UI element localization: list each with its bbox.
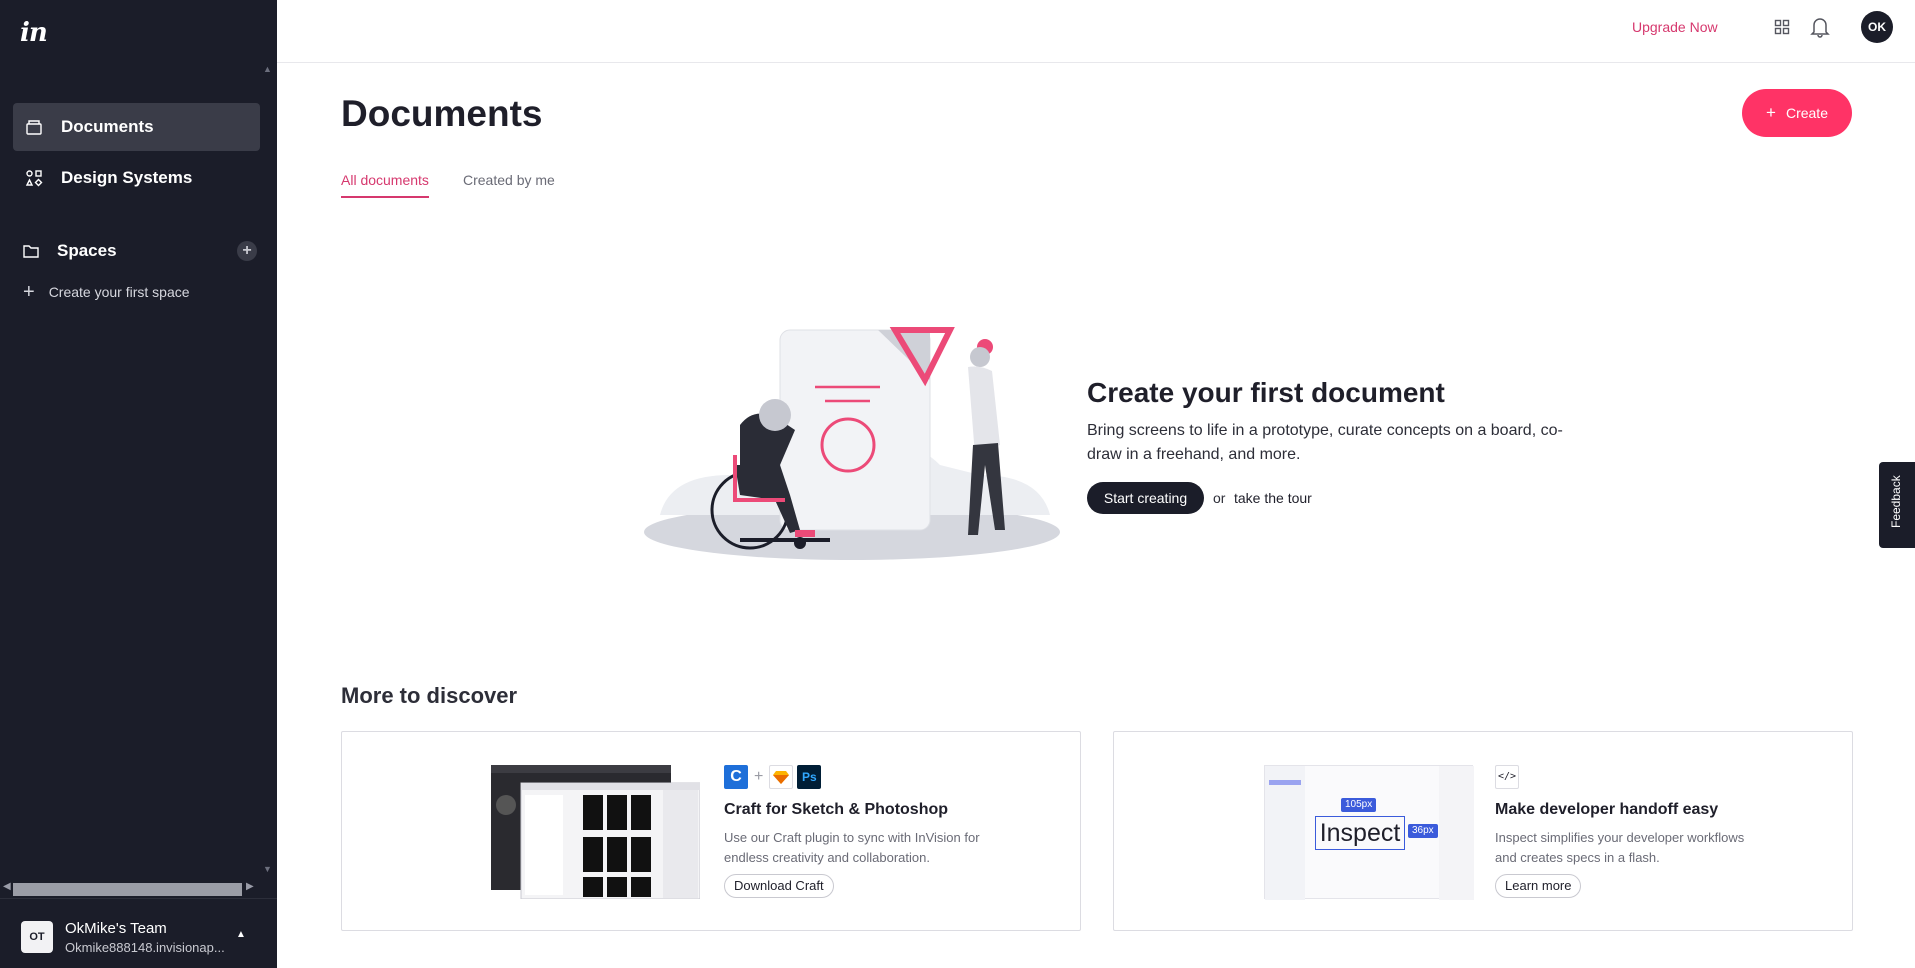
inspect-thumb-panel: [1439, 766, 1474, 900]
folder-icon: [23, 245, 39, 258]
tab-all-documents[interactable]: All documents: [341, 172, 429, 198]
craft-screenshot-thumbnail: [491, 765, 700, 899]
user-avatar[interactable]: OK: [1861, 11, 1893, 43]
sidebar-spaces-header[interactable]: Spaces +: [22, 238, 257, 264]
download-craft-button[interactable]: Download Craft: [724, 874, 834, 898]
documents-icon: [26, 120, 42, 135]
sketch-icon: [769, 765, 794, 789]
scroll-down-arrow-icon[interactable]: ▼: [263, 864, 272, 874]
plus-icon: +: [242, 242, 252, 259]
width-tag: 105px: [1341, 798, 1377, 812]
grid-icon[interactable]: [1774, 19, 1790, 35]
page-title: Documents: [341, 93, 543, 134]
inspect-thumb-selected-row: [1269, 780, 1301, 785]
team-avatar: OT: [21, 921, 53, 953]
add-space-button[interactable]: +: [237, 241, 257, 261]
take-the-tour-link[interactable]: take the tour: [1234, 490, 1312, 506]
start-creating-button[interactable]: Start creating: [1087, 482, 1204, 514]
team-url: Okmike888148.invisionap...: [65, 940, 225, 955]
scroll-right-arrow-icon[interactable]: ▶: [246, 881, 254, 892]
height-tag: 36px: [1408, 824, 1438, 838]
sidebar-item-documents[interactable]: Documents: [13, 103, 260, 151]
empty-state-description: Bring screens to life in a prototype, cu…: [1087, 422, 1563, 463]
upgrade-now-link[interactable]: Upgrade Now: [1632, 19, 1718, 35]
card-title: Make developer handoff easy: [1495, 801, 1719, 818]
plus-icon: +: [1766, 103, 1776, 122]
card-description: Inspect simplifies your developer workfl…: [1495, 830, 1745, 865]
create-first-space-link[interactable]: + Create your first space: [23, 281, 190, 303]
feedback-tab[interactable]: Feedback: [1879, 462, 1915, 548]
more-to-discover-title: More to discover: [341, 683, 518, 708]
scroll-up-arrow-icon[interactable]: ▲: [263, 64, 272, 74]
photoshop-icon-text: Ps: [802, 770, 817, 784]
learn-more-button[interactable]: Learn more: [1495, 874, 1582, 898]
create-button[interactable]: + Create: [1742, 89, 1852, 137]
empty-state-title: Create your first document: [1087, 377, 1445, 408]
sidebar-item-design-systems[interactable]: Design Systems: [13, 154, 260, 202]
or-text: or: [1213, 490, 1226, 506]
plus-icon: +: [23, 281, 35, 303]
inspect-text: Inspect: [1315, 816, 1405, 850]
empty-state-illustration: [644, 327, 1060, 560]
inspect-screenshot-thumbnail: 105px Inspect 36px: [1264, 765, 1474, 900]
sidebar-item-label: Design Systems: [61, 168, 193, 187]
invision-logo[interactable]: in: [20, 18, 48, 48]
design-systems-icon: [25, 170, 43, 187]
discover-card-inspect: 105px Inspect 36px </> Make developer ha…: [1113, 731, 1853, 931]
inspect-thumb-sidebar: [1265, 766, 1305, 900]
card-title: Craft for Sketch & Photoshop: [724, 801, 949, 818]
scrollbar-thumb[interactable]: [13, 883, 242, 896]
feedback-label: Feedback: [1889, 475, 1903, 528]
sidebar: in ▲ Documents Design Systems Spaces + +…: [0, 0, 277, 968]
create-space-label: Create your first space: [48, 284, 190, 300]
integration-icons: </>: [1495, 765, 1519, 789]
plus-separator: +: [754, 768, 764, 785]
card-description: Use our Craft plugin to sync with InVisi…: [724, 830, 980, 865]
craft-icon: C: [724, 765, 748, 789]
code-icon: </>: [1495, 765, 1519, 789]
discover-card-craft: C + Ps Craft for Sketch & Photoshop Use …: [341, 731, 1081, 931]
team-name: OkMike's Team: [65, 920, 167, 937]
spaces-label: Spaces: [57, 241, 117, 260]
tab-created-by-me[interactable]: Created by me: [463, 172, 555, 196]
create-button-label: Create: [1785, 105, 1828, 121]
caret-up-icon: ▲: [236, 929, 246, 940]
photoshop-icon: Ps: [797, 765, 822, 789]
bell-icon[interactable]: [1810, 16, 1830, 38]
sidebar-item-label: Documents: [61, 117, 154, 136]
integration-icons: C + Ps: [724, 765, 822, 789]
team-switcher[interactable]: OT OkMike's Team Okmike888148.invisionap…: [0, 898, 277, 968]
topbar: Upgrade Now OK: [277, 0, 1915, 63]
scroll-left-arrow-icon[interactable]: ◀: [3, 881, 11, 892]
sidebar-horizontal-scrollbar[interactable]: ◀ ▶: [0, 881, 277, 897]
